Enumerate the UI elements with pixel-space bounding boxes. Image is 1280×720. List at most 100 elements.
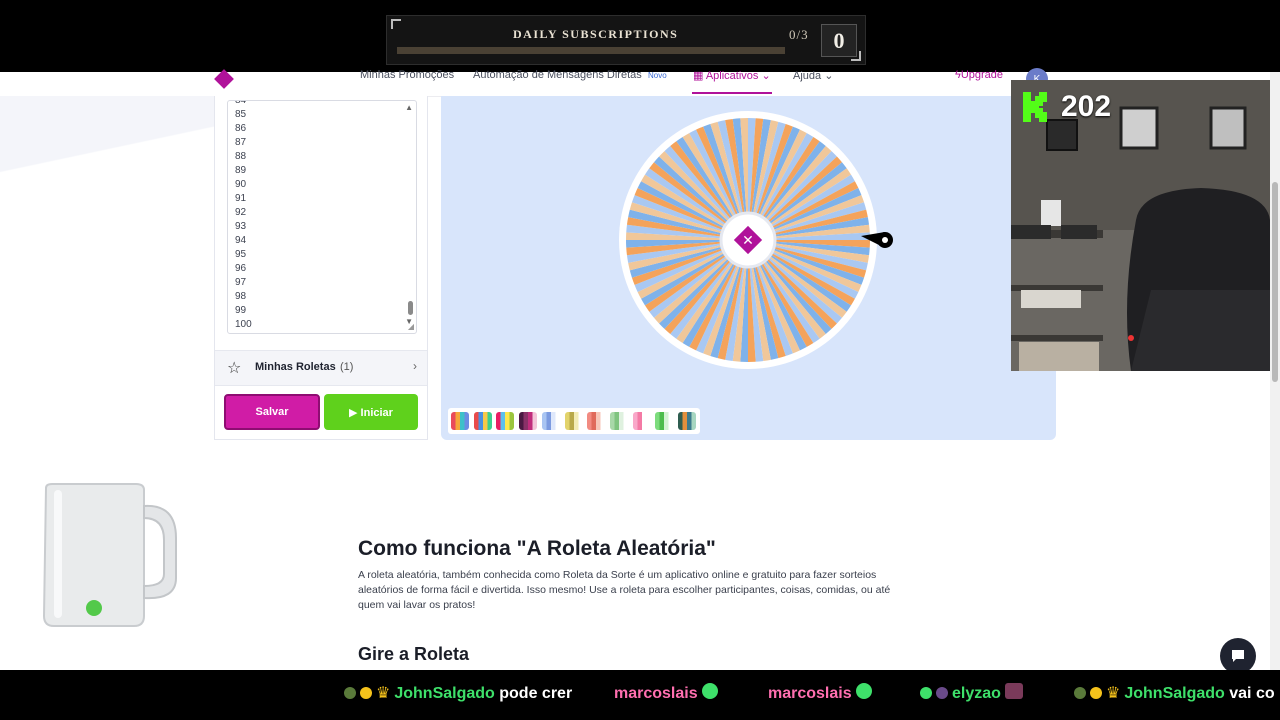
- list-item: 96: [235, 263, 247, 274]
- list-item: 91: [235, 193, 247, 204]
- palette-swatch[interactable]: [451, 412, 469, 430]
- palette-swatch[interactable]: [473, 412, 492, 430]
- list-item: 100: [235, 319, 252, 330]
- list-item: 95: [235, 249, 247, 260]
- chevron-down-icon: ⌄: [821, 70, 834, 82]
- ticker-username: elyzao: [952, 685, 1001, 702]
- daily-subscriptions-widget: DAILY SUBSCRIPTIONS 0/3 0: [386, 15, 866, 65]
- ticker-username: JohnSalgado: [1124, 685, 1225, 702]
- palette-swatch[interactable]: [655, 412, 674, 430]
- corner-decoration: [391, 19, 401, 29]
- scroll-up-arrow-icon[interactable]: ▲: [405, 103, 413, 112]
- daily-subscriptions-count: 0/3: [789, 27, 809, 42]
- palette-swatch[interactable]: [678, 412, 696, 430]
- entries-textarea[interactable]: ▲ ▼ ◢ 84 85 86 87 88 89 90 91 92 93 94 95 96 97 98 99 10…: [227, 100, 417, 334]
- ticker-entry: marcoslais: [768, 683, 876, 703]
- content-paragraph: A roleta aleatória, também conhecida com…: [358, 569, 891, 611]
- list-item: 87: [235, 137, 247, 148]
- ticker-message: vai co: [1229, 685, 1275, 702]
- nav-item-aplicativos-label: Aplicativos: [705, 70, 759, 82]
- palette-swatch[interactable]: [496, 412, 515, 430]
- cat-emote-icon: [1005, 683, 1024, 699]
- list-item: 90: [235, 179, 247, 190]
- list-item: 92: [235, 207, 247, 218]
- webcam-overlay: 202: [1011, 80, 1270, 371]
- wheel-area: ✕: [441, 96, 1056, 440]
- chat-support-button[interactable]: [1220, 638, 1256, 674]
- resize-grip-icon[interactable]: ◢: [408, 322, 414, 331]
- daily-subscriptions-progress: [397, 47, 785, 54]
- ghost-emote-icon: [856, 683, 873, 699]
- page-scrollbar-thumb[interactable]: [1272, 182, 1278, 382]
- ticker-entry: ♛ JohnSalgado vai co: [1074, 683, 1275, 703]
- ticker-username: marcoslais: [768, 685, 852, 702]
- kick-logo-icon: [1023, 92, 1047, 122]
- nav-item-automacao[interactable]: Automação de Mensagens Diretas: [473, 69, 642, 81]
- ticker-entry: elyzao: [920, 683, 1027, 703]
- webcam-scene: [1011, 80, 1270, 371]
- start-button[interactable]: ▶ Iniciar: [324, 394, 418, 430]
- daily-subscriptions-title: DAILY SUBSCRIPTIONS: [513, 27, 679, 41]
- entries-panel: ▲ ▼ ◢ 84 85 86 87 88 89 90 91 92 93 94 95 96 97 98 99 10…: [214, 96, 428, 440]
- content-subheading: Gire a Roleta: [358, 644, 470, 664]
- upgrade-label: Upgrade: [960, 69, 1004, 81]
- my-roletas-row[interactable]: ☆ Minhas Roletas (1) ›: [215, 350, 427, 386]
- ticker-entry: marcoslais: [614, 683, 722, 703]
- list-item: 89: [235, 165, 247, 176]
- brand-logo-icon[interactable]: [214, 69, 234, 89]
- scrollbar-thumb[interactable]: [408, 301, 413, 315]
- ticker-entry: ♛ JohnSalgado pode crer: [344, 683, 572, 703]
- badge-icon: [920, 687, 932, 699]
- follower-count: 202: [1061, 90, 1112, 123]
- background-shape: [0, 96, 215, 176]
- crown-icon: ♛: [1106, 685, 1121, 702]
- list-item: 93: [235, 221, 247, 232]
- new-badge: Novo: [648, 71, 667, 80]
- palette-swatch[interactable]: [541, 412, 560, 430]
- crown-icon: ♛: [376, 685, 391, 702]
- list-item: 94: [235, 235, 247, 246]
- ticker-username: JohnSalgado: [394, 685, 495, 702]
- palette-swatch[interactable]: [564, 412, 583, 430]
- grid-icon: ▦: [693, 70, 706, 82]
- my-roletas-count: (1): [340, 361, 354, 373]
- list-item: 98: [235, 291, 247, 302]
- palette-swatch[interactable]: [632, 412, 651, 430]
- badge-icon: [1090, 687, 1102, 699]
- list-item: 97: [235, 277, 247, 288]
- palette-swatch[interactable]: [609, 412, 628, 430]
- content-heading: Como funciona "A Roleta Aleatória": [358, 537, 716, 560]
- save-button[interactable]: Salvar: [224, 394, 320, 430]
- star-icon: ☆: [227, 360, 242, 377]
- my-roletas-label: Minhas Roletas: [255, 361, 336, 373]
- user-avatar-icon: [1074, 687, 1086, 699]
- roulette-wheel[interactable]: ✕: [619, 110, 899, 372]
- ticker-username: marcoslais: [614, 685, 698, 702]
- palette-swatch[interactable]: [587, 412, 606, 430]
- upgrade-link[interactable]: ϟUpgrade: [955, 69, 1003, 81]
- badge-icon: [360, 687, 372, 699]
- user-avatar-icon: [344, 687, 356, 699]
- palette-swatch[interactable]: [519, 412, 538, 430]
- list-item: 99: [235, 305, 247, 316]
- subscriptions-total-box: 0: [821, 24, 857, 57]
- list-item: 84: [235, 100, 247, 106]
- chat-icon: [1232, 650, 1244, 662]
- chat-ticker: ♛ JohnSalgado pode crer marcoslais marcos…: [0, 670, 1280, 720]
- ticker-message: pode crer: [499, 685, 573, 702]
- svg-text:✕: ✕: [742, 233, 754, 249]
- nav-item-promocoes[interactable]: Minhas Promoções: [360, 69, 454, 81]
- nav-item-ajuda-label: Ajuda: [793, 70, 822, 82]
- list-item: 85: [235, 109, 247, 120]
- chevron-right-icon: ›: [413, 359, 417, 373]
- list-item: 86: [235, 123, 247, 134]
- nav-item-aplicativos[interactable]: ▦ Aplicativos ⌄: [693, 69, 771, 82]
- ghost-emote-icon: [702, 683, 719, 699]
- nav-item-ajuda[interactable]: Ajuda ⌄: [793, 69, 833, 82]
- color-palette-picker: [448, 408, 700, 434]
- beer-mug-image: [42, 483, 177, 627]
- active-nav-underline: [692, 92, 772, 94]
- chevron-down-icon: ⌄: [758, 70, 771, 82]
- user-avatar-icon: [936, 687, 948, 699]
- page-scrollbar[interactable]: [1270, 72, 1280, 670]
